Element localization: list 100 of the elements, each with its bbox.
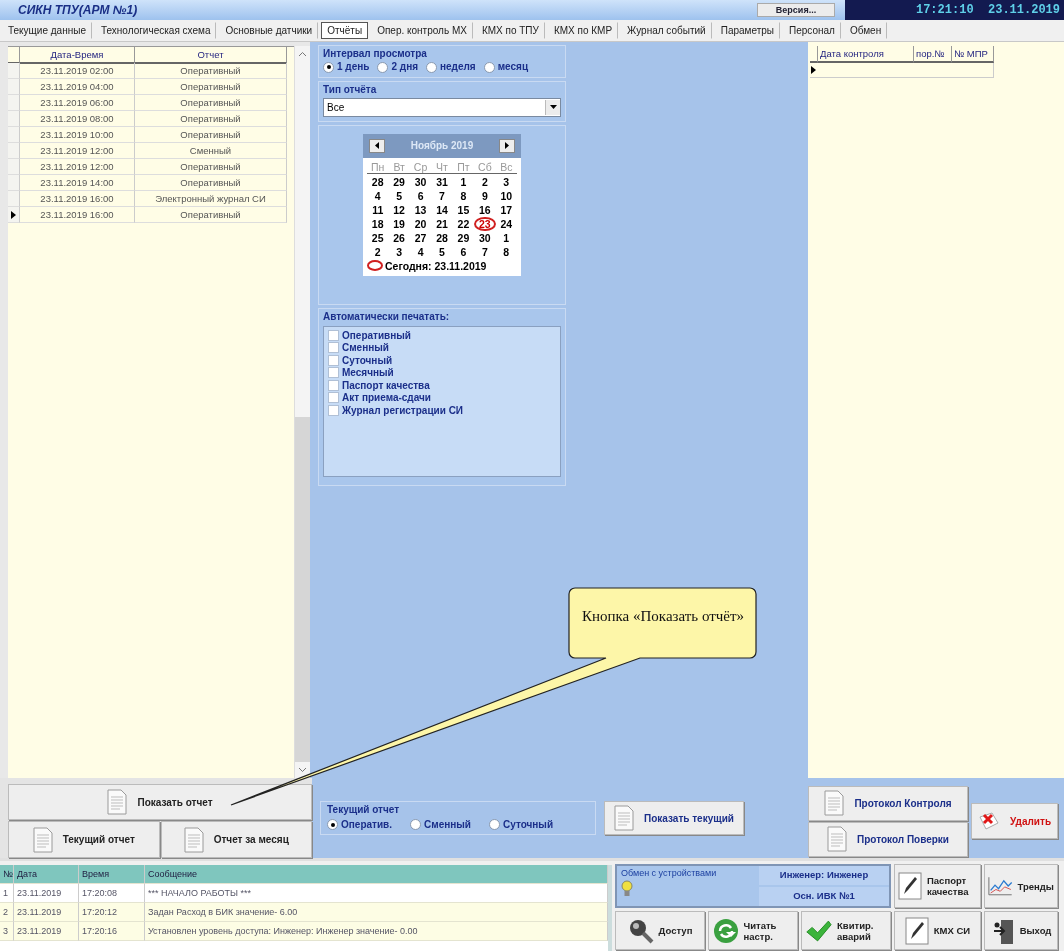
checkbox[interactable] <box>328 392 339 404</box>
calendar-day[interactable]: 12 <box>388 202 410 217</box>
checkbox-label[interactable]: Сменный <box>342 342 389 354</box>
checkbox[interactable] <box>328 379 339 391</box>
calendar-day[interactable]: 26 <box>388 230 410 245</box>
column-header[interactable]: Время <box>79 865 145 884</box>
next-month-button[interactable] <box>499 138 515 153</box>
checkbox[interactable] <box>328 342 339 354</box>
checkbox-label[interactable]: Оперативный <box>342 329 411 341</box>
checkbox[interactable] <box>328 404 339 416</box>
toolbar-button[interactable]: Доступ <box>615 911 705 950</box>
table-cell[interactable]: 23.11.2019 14:00 <box>20 175 135 191</box>
table-cell[interactable]: 23.11.2019 10:00 <box>20 127 135 143</box>
checkbox-label[interactable]: Суточный <box>342 354 393 366</box>
radio-label[interactable]: Сменный <box>424 818 471 830</box>
calendar-day[interactable]: 30 <box>474 230 496 245</box>
calendar-day[interactable]: 3 <box>495 174 517 189</box>
calendar-day[interactable]: 4 <box>367 188 389 203</box>
toolbar-button[interactable]: КМХ СИ <box>894 911 981 950</box>
radio-button[interactable] <box>483 61 495 73</box>
tab[interactable]: Основные датчики <box>219 22 319 39</box>
calendar-day[interactable]: 5 <box>388 188 410 203</box>
calendar-day[interactable]: 10 <box>495 188 517 203</box>
column-header[interactable]: пор.№ <box>914 46 952 63</box>
scrollbar[interactable] <box>294 46 310 778</box>
radio-button[interactable] <box>377 61 389 73</box>
calendar-day[interactable]: 6 <box>452 244 475 259</box>
radio-label[interactable]: Оператив. <box>341 818 393 830</box>
tab[interactable]: Текущие данные <box>2 22 92 39</box>
report-type-dropdown[interactable]: Все <box>323 97 561 117</box>
toolbar-button[interactable]: Квитир. аварий <box>801 911 891 950</box>
calendar-day[interactable]: 23 <box>474 216 496 231</box>
table-cell[interactable]: Оперативный <box>135 63 287 79</box>
toolbar-button[interactable]: Выход <box>984 911 1058 950</box>
checkbox[interactable] <box>328 367 339 379</box>
calendar-day[interactable]: 13 <box>409 202 432 217</box>
calendar-day[interactable]: 27 <box>409 230 432 245</box>
calendar-day[interactable]: 17 <box>495 202 517 217</box>
scroll-up-icon[interactable] <box>298 51 307 57</box>
checkbox-label[interactable]: Акт приема-сдачи <box>342 392 431 404</box>
radio-label[interactable]: 1 день <box>337 61 370 72</box>
calendar-day[interactable]: 2 <box>367 244 389 259</box>
table-cell[interactable]: 23.11.2019 02:00 <box>20 63 135 79</box>
table-cell[interactable]: Оперативный <box>135 159 287 175</box>
calendar-day[interactable]: 9 <box>474 188 496 203</box>
column-header[interactable]: Дата-Время <box>20 47 135 64</box>
checkbox[interactable] <box>328 329 339 341</box>
calendar-day[interactable]: 7 <box>431 188 453 203</box>
radio-button[interactable] <box>327 819 338 831</box>
radio-label[interactable]: неделя <box>440 61 476 72</box>
tab[interactable]: КМХ по ТПУ <box>475 22 545 39</box>
table-cell[interactable]: Оперативный <box>135 175 287 191</box>
calendar-day[interactable]: 11 <box>367 202 389 217</box>
calendar-day[interactable]: 18 <box>367 216 389 231</box>
report-button[interactable]: Текущий отчет <box>8 821 160 858</box>
calendar-day[interactable]: 8 <box>452 188 475 203</box>
protocol-button[interactable]: Протокол Контроля <box>808 785 968 821</box>
table-cell[interactable]: Электронный журнал СИ <box>135 191 287 207</box>
tab[interactable]: Технологическая схема <box>94 22 217 39</box>
report-button[interactable]: Отчет за месяц <box>160 821 312 858</box>
radio-label[interactable]: месяц <box>497 61 529 72</box>
table-cell[interactable]: 23.11.2019 12:00 <box>20 143 135 159</box>
table-cell[interactable]: 23.11.2019 04:00 <box>20 79 135 95</box>
column-header[interactable]: № МПР <box>952 46 994 63</box>
calendar-day[interactable]: 1 <box>495 230 517 245</box>
tab[interactable]: Опер. контроль МХ <box>371 22 473 39</box>
calendar-day[interactable]: 4 <box>409 244 432 259</box>
empty-table-row[interactable] <box>810 62 994 78</box>
column-header[interactable]: № <box>0 865 14 884</box>
calendar-day[interactable]: 5 <box>431 244 453 259</box>
toolbar-button[interactable]: Читать настр. <box>708 911 798 950</box>
column-header[interactable]: Сообщение <box>145 865 608 884</box>
calendar-day[interactable]: 3 <box>388 244 410 259</box>
version-button[interactable]: Версия... <box>757 3 835 17</box>
radio-label[interactable]: Суточный <box>503 818 554 830</box>
delete-button[interactable]: Удалить <box>971 803 1059 839</box>
show-current-button[interactable]: Показать текущий <box>604 801 744 835</box>
calendar-day[interactable]: 21 <box>431 216 453 231</box>
calendar-day[interactable]: 8 <box>495 244 517 259</box>
tab[interactable]: Параметры <box>714 22 780 39</box>
calendar-day[interactable]: 1 <box>452 174 475 189</box>
calendar-day[interactable]: 28 <box>367 174 389 189</box>
tab[interactable]: Журнал событий <box>621 22 712 39</box>
scroll-down-icon[interactable] <box>298 767 307 773</box>
tab[interactable]: Отчёты <box>321 22 369 39</box>
tab[interactable]: Обмен <box>843 22 888 39</box>
checkbox-label[interactable]: Паспорт качества <box>342 379 430 391</box>
table-cell[interactable]: Сменный <box>135 143 287 159</box>
calendar-day[interactable]: 22 <box>452 216 475 231</box>
table-cell[interactable]: 23.11.2019 16:00 <box>20 191 135 207</box>
radio-button[interactable] <box>426 61 437 73</box>
calendar-day[interactable]: 20 <box>409 216 432 231</box>
calendar-day[interactable]: 25 <box>367 230 389 245</box>
report-button[interactable]: Показать отчет <box>8 784 312 820</box>
radio-button[interactable] <box>410 819 422 831</box>
today-link[interactable]: Сегодня: 23.11.2019 <box>385 259 487 272</box>
checkbox[interactable] <box>328 354 339 366</box>
calendar-day[interactable]: 28 <box>431 230 453 245</box>
toolbar-button[interactable]: Тренды <box>984 864 1058 908</box>
radio-label[interactable]: 2 дня <box>391 61 418 72</box>
